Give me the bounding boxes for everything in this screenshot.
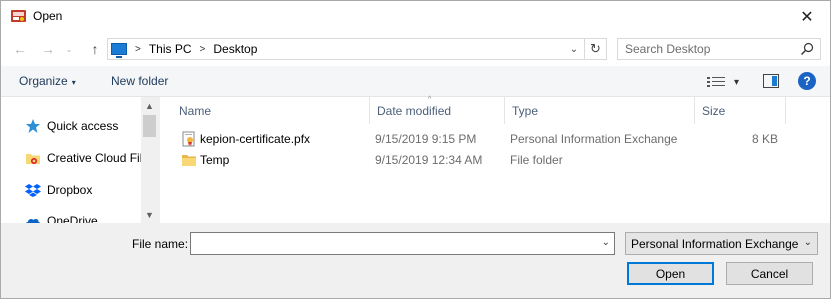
nav-item-creative-cloud[interactable]: Creative Cloud Fil <box>25 148 142 168</box>
nav-item-label: OneDrive <box>47 214 98 223</box>
up-button[interactable]: ↑ <box>84 38 106 60</box>
refresh-icon: ↻ <box>590 41 601 56</box>
chevron-down-icon[interactable]: ⌄ <box>602 237 610 248</box>
file-type: Personal Information Exchange <box>510 132 678 146</box>
certificate-file-icon <box>182 131 195 147</box>
close-icon: ✕ <box>800 8 814 26</box>
nav-item-quick-access[interactable]: Quick access <box>25 116 118 136</box>
open-button[interactable]: Open <box>627 262 714 285</box>
nav-item-dropbox[interactable]: Dropbox <box>25 180 92 200</box>
nav-pane-scrollbar[interactable]: ▲ ▼ <box>141 97 158 223</box>
creative-cloud-folder-icon <box>26 154 40 164</box>
nav-item-label: Quick access <box>47 119 119 133</box>
up-arrow-icon: ↑ <box>91 41 99 57</box>
help-icon: ? <box>803 74 811 88</box>
breadcrumb-this-pc[interactable]: This PC <box>149 42 192 56</box>
cancel-button[interactable]: Cancel <box>726 262 813 285</box>
file-name-combobox[interactable]: ⌄ <box>190 232 615 255</box>
search-input[interactable] <box>618 39 798 59</box>
search-icon <box>801 42 814 55</box>
onedrive-icon <box>26 218 41 223</box>
scroll-up-arrow-icon: ▲ <box>145 100 154 111</box>
file-name-label: File name: <box>132 237 189 251</box>
close-button[interactable]: ✕ <box>784 1 830 32</box>
address-dropdown-button[interactable]: ⌄ <box>566 41 582 57</box>
command-toolbar: Organize ▾ New folder ▾ ? <box>1 66 830 97</box>
chevron-down-icon: ⌄ <box>803 237 812 248</box>
recent-locations-button[interactable]: ⌄ <box>63 38 75 60</box>
caret-down-icon: ▾ <box>734 76 740 88</box>
file-name-input[interactable] <box>191 233 591 254</box>
sort-indicator-icon: ^ <box>428 96 432 103</box>
breadcrumb-separator: > <box>135 43 141 55</box>
window-title: Open <box>33 9 63 23</box>
breadcrumb-desktop[interactable]: Desktop <box>213 42 257 56</box>
certificate-app-icon <box>11 10 26 22</box>
column-header-type[interactable]: Type <box>505 97 695 124</box>
breadcrumb-separator: > <box>199 43 206 55</box>
address-bar[interactable]: > This PC > Desktop ⌄ ↻ <box>107 38 607 60</box>
help-button[interactable]: ? <box>798 72 816 90</box>
preview-pane-button[interactable] <box>763 74 779 88</box>
chevron-down-icon: ⌄ <box>569 43 579 55</box>
file-type-selected: Personal Information Exchange <box>631 236 799 251</box>
search-box[interactable] <box>617 38 821 60</box>
file-date-modified: 9/15/2019 12:34 AM <box>375 153 483 167</box>
file-name: kepion-certificate.pfx <box>200 132 311 146</box>
column-header-date-modified[interactable]: ^ Date modified <box>370 96 505 124</box>
title-bar: Open ✕ <box>1 1 830 32</box>
navigation-pane: Quick access Creative Cloud Fil Dropbox <box>1 97 158 223</box>
forward-arrow-icon: → <box>41 41 55 57</box>
this-pc-icon <box>111 43 127 58</box>
nav-item-label: Dropbox <box>47 183 93 197</box>
file-date-modified: 9/15/2019 9:15 PM <box>375 132 477 146</box>
nav-item-label: Creative Cloud Fil <box>47 151 143 165</box>
caret-down-icon: ▾ <box>71 78 76 87</box>
dialog-footer: File name: ⌄ Personal Information Exchan… <box>1 223 830 298</box>
file-row[interactable]: Temp 9/15/2019 12:34 AM File folder <box>160 150 830 170</box>
column-header-label: Date modified <box>377 103 452 118</box>
back-arrow-icon: ← <box>13 41 27 57</box>
refresh-button[interactable]: ↻ <box>584 39 606 59</box>
open-file-dialog: Open ✕ ← → ⌄ ↑ > This PC > Desktop ⌄ ↻ S… <box>0 0 831 299</box>
organize-label: Organize <box>19 74 68 88</box>
file-type: File folder <box>510 153 563 167</box>
scroll-down-arrow-icon: ▼ <box>145 209 154 220</box>
scroll-down-button[interactable]: ▼ <box>141 206 158 223</box>
back-button[interactable]: ← <box>9 38 31 60</box>
chevron-down-icon: ⌄ <box>65 44 73 54</box>
folder-icon <box>182 155 196 166</box>
dropbox-icon <box>25 184 41 197</box>
scroll-up-button[interactable]: ▲ <box>141 97 158 114</box>
file-size: 8 KB <box>751 132 778 146</box>
nav-item-onedrive[interactable]: OneDrive <box>25 211 98 223</box>
star-icon <box>26 119 40 133</box>
file-row[interactable]: kepion-certificate.pfx 9/15/2019 9:15 PM… <box>160 129 830 149</box>
forward-button[interactable]: → <box>37 38 59 60</box>
file-name: Temp <box>200 153 230 167</box>
file-type-select[interactable]: Personal Information Exchange ⌄ <box>625 232 818 255</box>
column-header-name[interactable]: Name <box>172 97 370 124</box>
details-view-icon <box>707 77 725 87</box>
organize-button[interactable]: Organize ▾ <box>19 74 76 88</box>
navigation-bar: ← → ⌄ ↑ > This PC > Desktop ⌄ ↻ <box>1 32 830 66</box>
new-folder-button[interactable]: New folder <box>111 74 168 88</box>
file-list: Name ^ Date modified Type Size kepion-ce… <box>160 96 830 223</box>
column-header-size[interactable]: Size <box>695 97 786 124</box>
scrollbar-thumb[interactable] <box>143 115 156 137</box>
change-view-button[interactable]: ▾ <box>707 73 743 91</box>
